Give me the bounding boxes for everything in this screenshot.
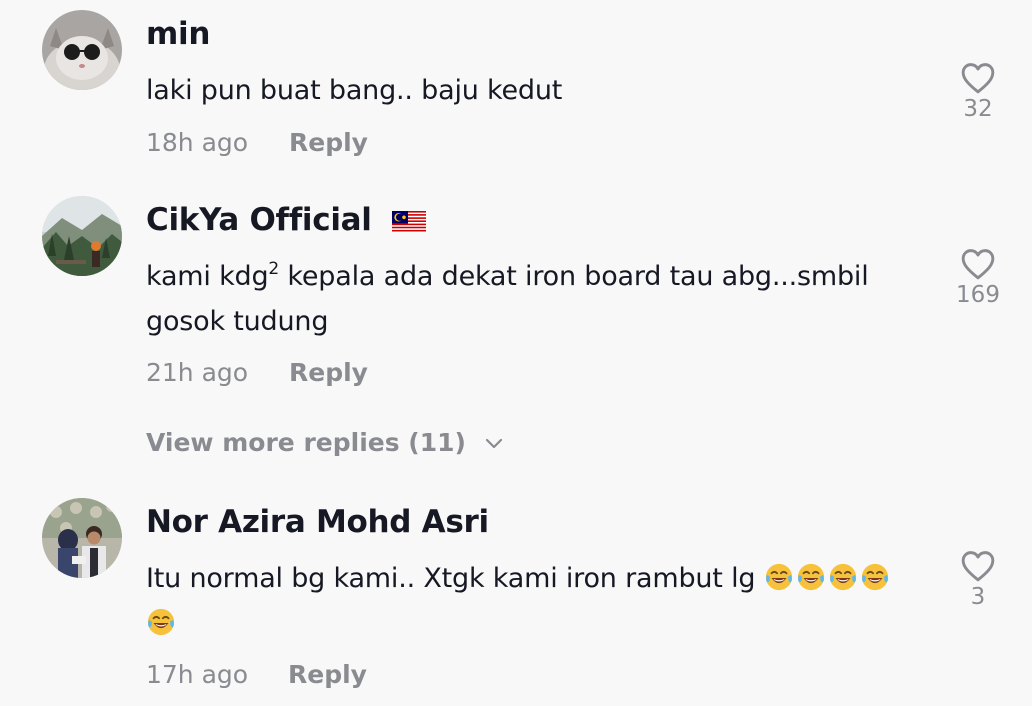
heart-icon xyxy=(961,551,995,582)
comment-timestamp: 18h ago xyxy=(146,128,249,157)
avatar[interactable] xyxy=(42,196,122,276)
comment-text: Itu normal bg kami.. Xtgk kami iron ramb… xyxy=(146,556,916,646)
couple-photo-avatar xyxy=(42,498,122,578)
avatar[interactable] xyxy=(42,498,122,578)
heart-icon xyxy=(961,249,995,280)
comment-username[interactable]: min xyxy=(146,16,210,52)
comment-text: laki pun buat bang.. baju kedut xyxy=(146,75,563,106)
face-with-tears-of-joy-emoji xyxy=(147,608,175,636)
face-with-tears-of-joy-emoji xyxy=(829,563,856,591)
like-button[interactable]: 32 xyxy=(952,62,1004,122)
comment-timestamp: 21h ago xyxy=(146,358,249,387)
view-more-replies-label: View more replies (11) xyxy=(146,428,466,457)
like-button[interactable]: 169 xyxy=(952,248,1004,308)
malaysia-flag-icon xyxy=(392,210,427,233)
reply-button[interactable]: Reply xyxy=(289,358,368,387)
face-with-tears-of-joy-emoji xyxy=(797,563,824,591)
cat-sunglasses-avatar xyxy=(42,10,122,90)
comment-meta: 18h ago Reply xyxy=(146,128,368,157)
comment-text-part: Itu normal bg kami.. Xtgk kami iron ramb… xyxy=(146,563,764,594)
superscript: 2 xyxy=(268,259,280,279)
avatar[interactable] xyxy=(42,10,122,90)
comment-text: kami kdg2 kepala ada dekat iron board ta… xyxy=(146,254,916,344)
view-more-replies-button[interactable]: View more replies (11) xyxy=(146,428,503,457)
like-count: 3 xyxy=(970,584,986,610)
like-button[interactable]: 3 xyxy=(952,550,1004,610)
comment-username[interactable]: CikYa Official xyxy=(146,202,427,238)
chevron-down-icon xyxy=(485,438,502,449)
reply-button[interactable]: Reply xyxy=(288,660,367,689)
username-text: CikYa Official xyxy=(146,202,372,238)
heart-icon xyxy=(961,63,995,94)
comment-username[interactable]: Nor Azira Mohd Asri xyxy=(146,504,489,540)
like-count: 169 xyxy=(956,282,1000,308)
face-with-tears-of-joy-emoji xyxy=(861,563,888,591)
comment-text-part: kami kdg xyxy=(146,261,269,292)
like-count: 32 xyxy=(963,96,993,122)
comment-meta: 17h ago Reply xyxy=(146,660,367,689)
face-with-tears-of-joy-emoji xyxy=(765,563,792,591)
reply-button[interactable]: Reply xyxy=(289,128,368,157)
landscape-photo-avatar xyxy=(42,196,122,276)
comment-timestamp: 17h ago xyxy=(146,660,249,689)
comment-meta: 21h ago Reply xyxy=(146,358,368,387)
